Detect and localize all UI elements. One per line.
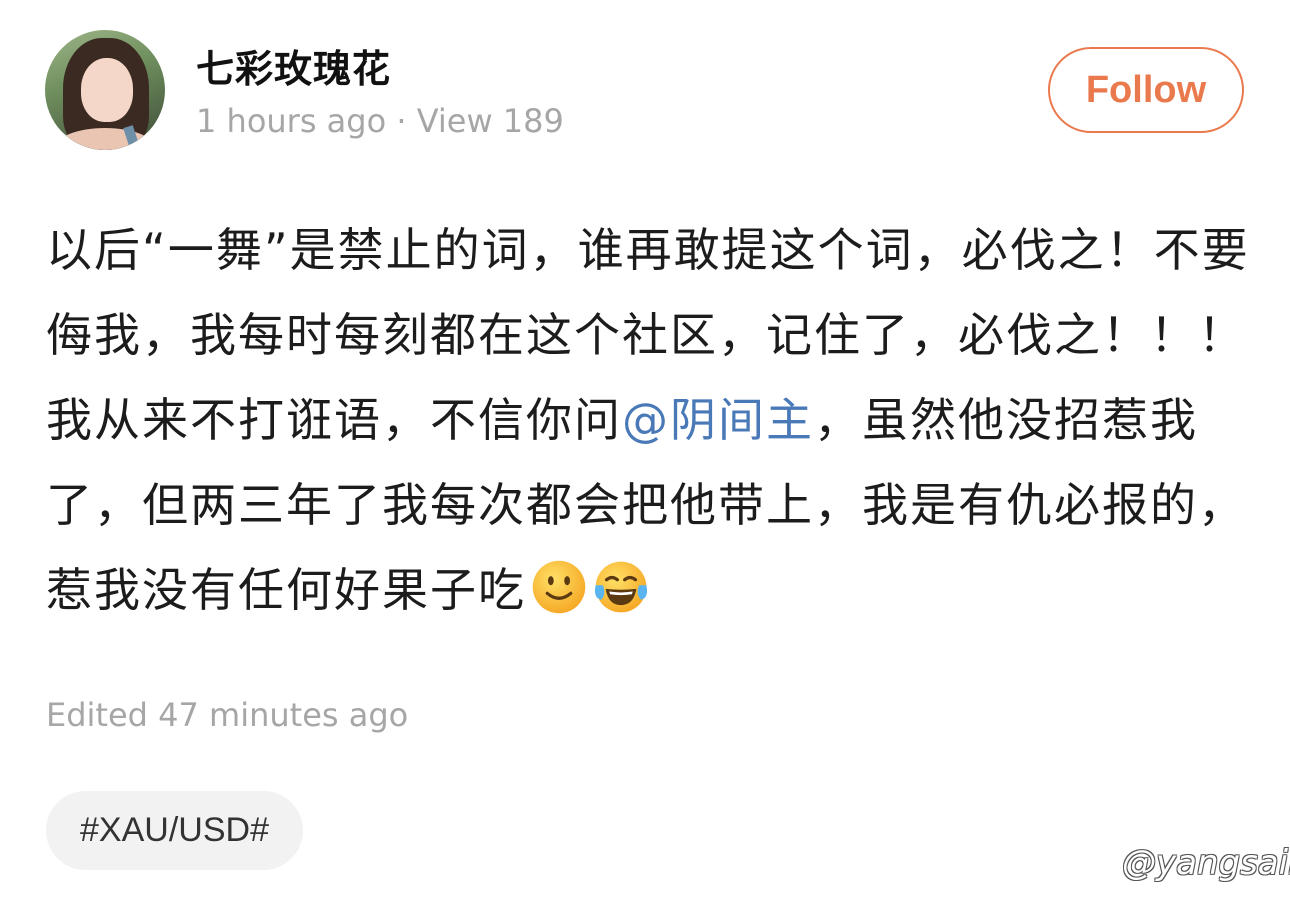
author-name[interactable]: 七彩玫瑰花 [196,38,391,93]
watermark: @yangsail [1088,843,1290,883]
author-avatar[interactable] [45,30,165,150]
user-mention-link[interactable]: @阴间主 [622,393,814,447]
meta-separator: · [396,102,407,140]
edited-timestamp: Edited 47 minutes ago [46,696,409,734]
view-count: View 189 [416,102,564,140]
avatar-face [81,58,133,122]
follow-button[interactable]: Follow [1048,47,1244,133]
watermark-handle: @yangsail [1122,843,1290,883]
slightly-smiling-face-icon [532,560,586,614]
post-meta: 1 hours ago · View 189 [196,102,564,140]
post-body: 以后“一舞”是禁止的词，谁再敢提这个词，必伐之！不要侮我，我每时每刻都在这个社区… [46,208,1256,633]
zhihu-logo-icon [1089,847,1115,879]
tears-of-joy-face-icon [594,561,648,613]
post-time: 1 hours ago [196,102,387,140]
topic-tag-chip[interactable]: #XAU/USD# [46,791,303,870]
